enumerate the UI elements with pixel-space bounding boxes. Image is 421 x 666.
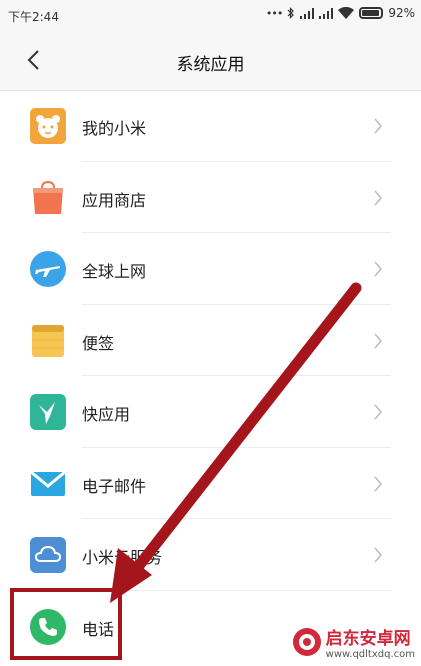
chevron-right-icon [374,190,382,205]
battery-icon [359,7,384,19]
list-item-label: 我的小米 [82,119,147,138]
mi-cloud-icon [30,537,66,573]
list-item-label: 全球上网 [82,262,147,281]
chevron-right-icon [374,261,382,277]
bluetooth-icon [287,7,295,19]
wifi-icon [338,7,355,19]
highlight-box [10,588,122,660]
global-internet-icon [30,251,66,287]
watermark-name: 启东安卓网 [325,629,411,649]
list-item-label: 电子邮件 [82,476,147,496]
status-bar: 下午2:44 ••• 92% [0,0,421,30]
chevron-right-icon [374,118,382,134]
list-item-label: 应用商店 [82,190,147,210]
battery-level: 92% [388,6,415,20]
list-item-mi-cloud[interactable]: 小米云服务 [0,519,421,591]
watermark-url: www.qdltxdq.com [325,649,415,660]
list-item-label: 便签 [82,333,115,353]
status-time: 下午2:44 [8,10,59,24]
watermark-logo-icon [292,628,321,656]
notes-icon [32,324,64,357]
status-icons: ••• 92% [266,6,415,20]
chevron-right-icon [374,547,382,563]
app-store-icon [33,180,63,214]
chevron-right-icon [374,476,382,491]
list-item-label: 快应用 [82,405,131,424]
list-item-email[interactable]: 电子邮件 [0,448,421,519]
dots-icon: ••• [265,6,283,20]
quick-apps-icon [30,394,66,430]
email-icon [30,470,66,496]
header: 系统应用 [0,30,421,91]
list-item-label: 小米云服务 [82,548,163,567]
page-title: 系统应用 [176,55,245,75]
signal-icon [300,7,315,19]
app-list: 我的小米 应用商店 全球上网 便签 快应用 电子邮件 小米云服务 电话 [0,90,421,662]
chevron-right-icon [374,404,382,420]
list-item-quick-apps[interactable]: 快应用 [0,376,421,448]
list-item-my-xiaomi[interactable]: 我的小米 [0,90,421,162]
list-item-notes[interactable]: 便签 [0,305,421,376]
watermark: 启东安卓网 www.qdltxdq.com [292,624,415,660]
list-item-global-internet[interactable]: 全球上网 [0,233,421,305]
mi-account-icon [30,108,66,144]
chevron-right-icon [374,333,382,348]
list-item-app-store[interactable]: 应用商店 [0,162,421,233]
signal-icon [319,7,334,19]
